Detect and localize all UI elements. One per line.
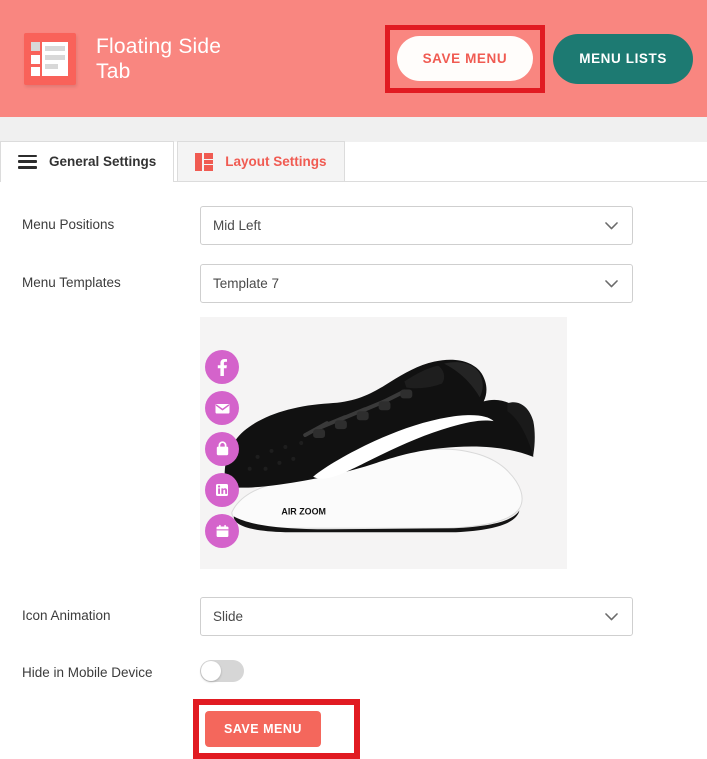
menu-positions-label: Menu Positions: [0, 206, 200, 232]
brand: Floating Side Tab: [24, 33, 385, 85]
toggle-knob: [201, 661, 221, 681]
save-menu-button-header[interactable]: SAVE MENU: [397, 36, 534, 81]
tab-layout-settings[interactable]: Layout Settings: [177, 141, 344, 181]
svg-text:AIR ZOOM: AIR ZOOM: [281, 506, 326, 516]
header-actions: SAVE MENU MENU LISTS: [385, 25, 693, 93]
email-icon[interactable]: [205, 391, 239, 425]
row-icon-animation: Icon Animation Slide: [0, 597, 707, 636]
template-preview: AIR ZOOM: [200, 317, 567, 569]
save-menu-button-footer[interactable]: SAVE MENU: [205, 711, 321, 747]
chevron-down-icon: [605, 222, 618, 230]
chevron-down-icon: [605, 280, 618, 288]
hide-in-mobile-toggle[interactable]: [200, 660, 244, 682]
row-menu-templates: Menu Templates Template 7: [0, 264, 707, 303]
settings-form: Menu Positions Mid Left Menu Templates T…: [0, 182, 707, 759]
icon-animation-label: Icon Animation: [0, 597, 200, 623]
calendar-icon[interactable]: [205, 514, 239, 548]
app-title: Floating Side Tab: [96, 34, 246, 84]
layout-grid-icon: [195, 153, 213, 171]
menu-templates-select[interactable]: Template 7: [200, 264, 633, 303]
menu-positions-select[interactable]: Mid Left: [200, 206, 633, 245]
menu-positions-value: Mid Left: [213, 218, 261, 233]
linkedin-icon[interactable]: [205, 473, 239, 507]
settings-tabs: General Settings Layout Settings: [0, 142, 707, 182]
tab-layout-settings-label: Layout Settings: [225, 154, 326, 169]
chevron-down-icon: [605, 613, 618, 621]
save-menu-highlight-box: SAVE MENU: [385, 25, 546, 93]
menu-lists-button[interactable]: MENU LISTS: [553, 34, 693, 84]
tab-general-settings-label: General Settings: [49, 154, 156, 169]
row-hide-in-mobile: Hide in Mobile Device: [0, 654, 707, 682]
shopping-bag-icon[interactable]: [205, 432, 239, 466]
facebook-icon[interactable]: [205, 350, 239, 384]
side-tab-layout-icon: [24, 33, 76, 85]
social-icon-rail: [205, 350, 239, 548]
menu-templates-label: Menu Templates: [0, 264, 200, 290]
product-image-nike-shoe: AIR ZOOM: [210, 317, 567, 569]
footer-save-row: SAVE MENU: [193, 699, 707, 759]
hamburger-icon: [18, 155, 37, 169]
icon-animation-value: Slide: [213, 609, 243, 624]
row-menu-positions: Menu Positions Mid Left: [0, 206, 707, 245]
menu-templates-value: Template 7: [213, 276, 279, 291]
app-header: Floating Side Tab SAVE MENU MENU LISTS: [0, 0, 707, 117]
save-menu-highlight-box-footer: SAVE MENU: [193, 699, 360, 759]
icon-animation-select[interactable]: Slide: [200, 597, 633, 636]
header-spacer-band: [0, 117, 707, 142]
hide-in-mobile-label: Hide in Mobile Device: [0, 654, 200, 680]
tab-general-settings[interactable]: General Settings: [0, 141, 174, 181]
